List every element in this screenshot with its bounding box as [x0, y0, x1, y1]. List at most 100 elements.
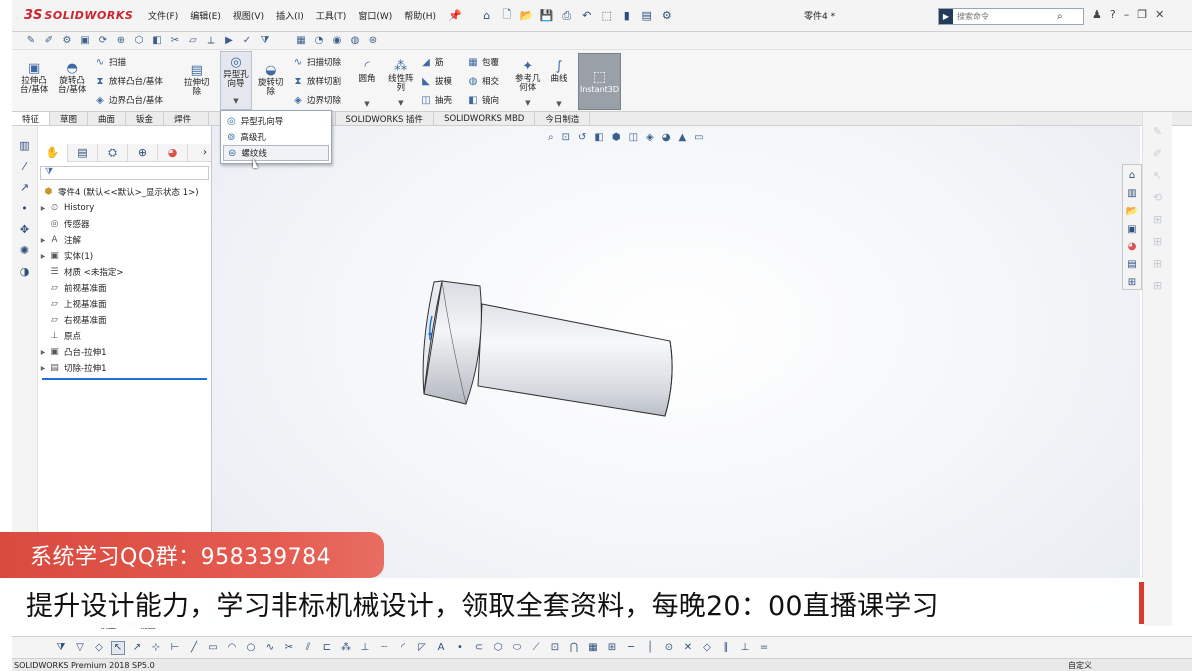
trim-tool-icon[interactable]: ✂ [282, 641, 296, 655]
mass-properties-icon[interactable]: ⬡ [132, 34, 146, 48]
boundary-cut-button[interactable]: ◈ 边界切除 [292, 94, 341, 107]
tree-item[interactable]: ▶ ▣ 凸台-拉伸1 [38, 344, 211, 360]
menu-edit[interactable]: 编辑(E) [190, 9, 221, 22]
undo-icon[interactable]: ↶ [580, 9, 594, 23]
macro-icon[interactable]: ▶ [222, 34, 236, 48]
tree-item[interactable]: ⊥ 原点 [38, 328, 211, 344]
slot-tool-icon[interactable]: ⊂ [472, 641, 486, 655]
rollback-bar[interactable] [42, 378, 207, 380]
zoom-to-fit-icon[interactable]: ⌕ [548, 132, 554, 143]
curves-caret-icon[interactable]: ▼ [556, 100, 561, 109]
select-arrow-icon[interactable]: ⬚ [600, 9, 614, 23]
linear-pattern-button[interactable]: ⁂ 线性阵 列 ▼ [388, 58, 414, 108]
tree-item[interactable]: ▱ 上视基准面 [38, 296, 211, 312]
mirror-button[interactable]: ◧ 镜向 [467, 94, 499, 107]
vertical-icon[interactable]: │ [643, 641, 657, 655]
tab-surfaces[interactable]: 曲面 [88, 112, 127, 125]
user-icon[interactable]: ♟ [1092, 8, 1102, 21]
merge-icon[interactable]: ✕ [681, 641, 695, 655]
check-icon[interactable]: ✓ [240, 34, 254, 48]
tree-item[interactable]: ☰ 材质 <未指定> [38, 264, 211, 280]
view-palette-icon[interactable]: ▣ [1125, 222, 1139, 236]
menu-item-advanced-hole[interactable]: ⊚ 高级孔 [223, 129, 329, 145]
tab-sheet-metal[interactable]: 钣金 [126, 112, 165, 125]
menu-tools[interactable]: 工具(T) [316, 9, 347, 22]
pattern-tool-icon[interactable]: ⁂ [339, 641, 353, 655]
tangent-icon[interactable]: ◇ [700, 641, 714, 655]
smart-dim-icon[interactable]: ↗ [18, 180, 32, 194]
bolt-3d-model[interactable] [420, 276, 680, 426]
smart-dimension-icon[interactable]: ✎ [24, 34, 38, 48]
sketch-line-icon[interactable]: ⁄ [18, 159, 32, 173]
equal-icon[interactable]: = [757, 641, 771, 655]
feature-tree-icon[interactable]: ▥ [18, 138, 32, 152]
apply-scene-icon[interactable]: ▲ [678, 132, 686, 143]
horizontal-icon[interactable]: ─ [624, 641, 638, 655]
tab-solidworks-mbd[interactable]: SOLIDWORKS MBD [434, 112, 536, 125]
file-properties-icon[interactable]: ▤ [640, 9, 654, 23]
section-view-icon[interactable]: ◧ [594, 132, 603, 143]
dimxpert-tab-icon[interactable]: ⊕ [128, 143, 158, 162]
new-document-icon[interactable]: 🗋 [500, 8, 514, 23]
reference-geometry-caret-icon[interactable]: ▼ [525, 99, 530, 108]
revolve-cut-button[interactable]: ◒ 旋转切 除 [258, 62, 284, 97]
intersect-button[interactable]: ◍ 相交 [467, 75, 499, 88]
appearance-icon[interactable]: ✺ [18, 243, 32, 257]
display-style-icon[interactable]: ◫ [629, 132, 638, 143]
coincident-icon[interactable]: ⊙ [662, 641, 676, 655]
dimension-icon[interactable]: ⊢ [168, 641, 182, 655]
menu-help[interactable]: 帮助(H) [404, 9, 436, 22]
feature-manager-tab-icon[interactable]: ✋ [38, 143, 68, 162]
edit-appearance-icon[interactable]: ◕ [662, 132, 671, 143]
design-library-icon[interactable]: ▥ [1125, 187, 1139, 201]
tree-item[interactable]: ⬢ 零件4 (默认<<默认>_显示状态 1>) [32, 184, 211, 200]
plane-tool-icon[interactable]: ▱ [186, 34, 200, 48]
swept-cut-button[interactable]: ∿ 扫描切除 [292, 56, 341, 69]
text-tool-icon[interactable]: A [434, 641, 448, 655]
options-gear-icon[interactable]: ⚙ [660, 9, 674, 23]
solidworks-resources-icon[interactable]: ⌂ [1125, 169, 1139, 183]
pin-icon[interactable]: 📌 [448, 9, 462, 22]
extrude-cut-button[interactable]: ▤ 拉伸切 除 [184, 62, 210, 97]
point-tool-icon[interactable]: • [453, 641, 467, 655]
menu-insert[interactable]: 插入(I) [276, 9, 304, 22]
tab-weldments[interactable]: 焊件 [164, 112, 210, 125]
print-icon[interactable]: ⎙ [560, 9, 574, 23]
menu-window[interactable]: 窗口(W) [358, 9, 392, 22]
draft-button[interactable]: ◣ 拔模 [420, 75, 452, 88]
axis-tool-icon[interactable]: ⟂ [204, 34, 218, 48]
parallel-icon[interactable]: ∥ [719, 641, 733, 655]
zebra-icon[interactable]: ▦ [294, 34, 308, 48]
fillet-button[interactable]: ◜ 圆角 ▼ [358, 58, 376, 109]
expand-arrow-icon[interactable]: ▶ [38, 205, 48, 212]
move-icon[interactable]: ✥ [18, 222, 32, 236]
lofted-cut-button[interactable]: ⧗ 放样切割 [292, 75, 341, 88]
tree-item[interactable]: ▱ 前视基准面 [38, 280, 211, 296]
tree-item[interactable]: ▶ ▤ 切除-拉伸1 [38, 360, 211, 376]
filter-funnel-icon[interactable]: ⧩ [54, 641, 68, 655]
solidworks-logo[interactable]: 3S SOLIDWORKS [12, 8, 140, 23]
section-view-icon[interactable]: ◧ [150, 34, 164, 48]
perpendicular-icon[interactable]: ⊥ [738, 641, 752, 655]
rectangle-tool-icon[interactable]: ▭ [206, 641, 220, 655]
spline-tool-icon[interactable]: ∿ [263, 641, 277, 655]
relations-icon[interactable]: ⊥ [358, 641, 372, 655]
intersection-curve-icon[interactable]: ⋂ [567, 641, 581, 655]
open-folder-icon[interactable]: 📂 [520, 9, 534, 23]
face-filter-icon[interactable]: ◇ [92, 641, 106, 655]
expand-arrow-icon[interactable]: ▶ [38, 365, 48, 372]
tab-features[interactable]: 特征 [12, 112, 51, 125]
scene-icon[interactable]: ◑ [18, 264, 32, 278]
tree-filter-icon[interactable]: ⧩ [40, 166, 209, 180]
expand-arrow-icon[interactable]: ▶ [38, 349, 48, 356]
view-settings-icon[interactable]: ▭ [694, 132, 703, 143]
hole-wizard-caret-icon[interactable]: ▼ [233, 97, 238, 106]
curvature-icon[interactable]: ◔ [312, 34, 326, 48]
custom-properties-icon[interactable]: ▤ [1125, 258, 1139, 272]
traffic-light-icon[interactable]: ▮ [620, 9, 634, 23]
instant3d-button[interactable]: ⬚ Instant3D [578, 53, 621, 110]
tab-solidworks-addins[interactable]: SOLIDWORKS 插件 [336, 112, 435, 125]
ellipse-tool-icon[interactable]: ⬭ [510, 641, 524, 655]
menu-view[interactable]: 视图(V) [233, 9, 264, 22]
reference-geometry-button[interactable]: ✦ 参考几 何体 ▼ [515, 58, 541, 108]
